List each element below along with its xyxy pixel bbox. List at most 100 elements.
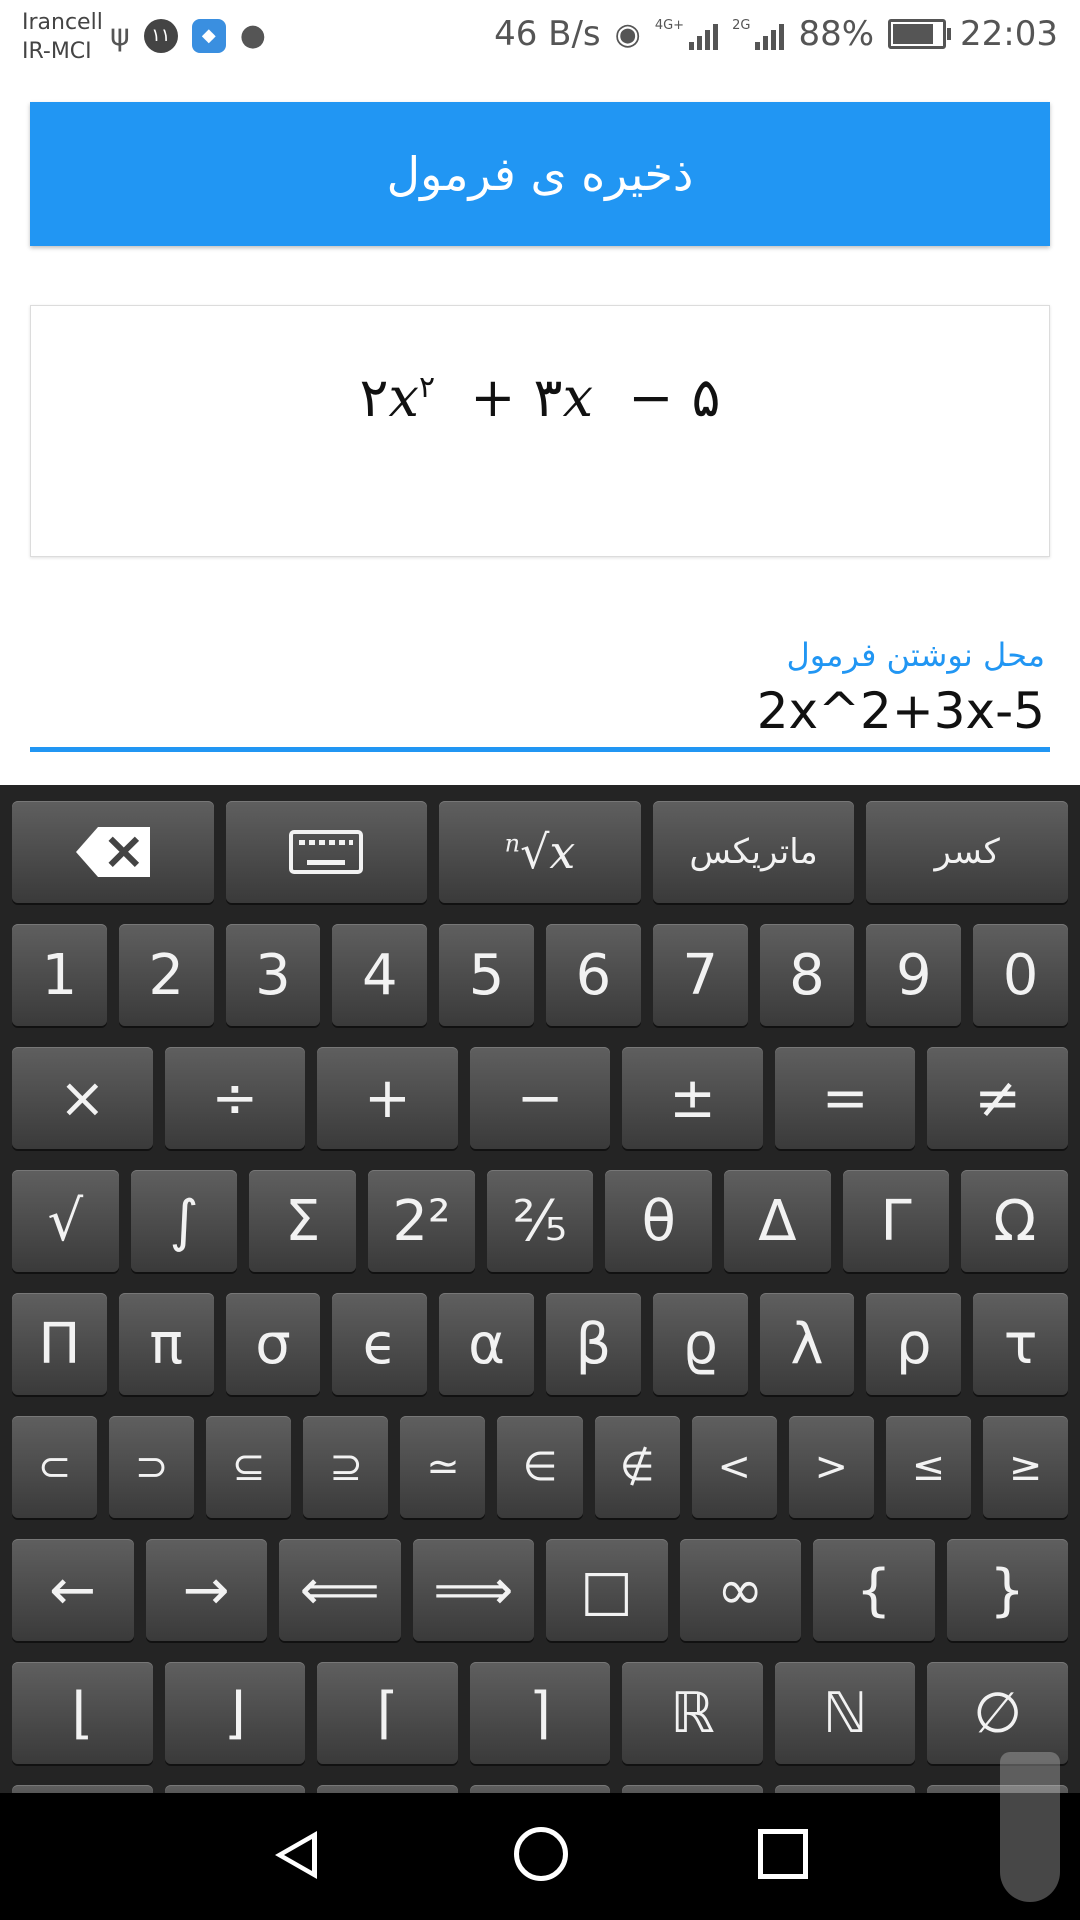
misc-symbol-key[interactable]: ⌊ bbox=[12, 1662, 153, 1764]
keyboard-icon bbox=[289, 830, 364, 874]
carrier-line2: IR-MCI bbox=[22, 39, 92, 64]
misc-symbol-key[interactable]: ∅ bbox=[927, 1662, 1069, 1764]
status-bar: Irancell IR-MCI ψ ۱۱ ◆ ● 46 B/s ◉ 4G+ 2G… bbox=[0, 0, 1080, 78]
greek-letter-key[interactable]: ρ bbox=[866, 1293, 962, 1395]
keyboard-row-symbols: √ ∫ Σ 2² ⅖ θ Δ Γ Ω bbox=[6, 1170, 1074, 1272]
operator-key[interactable]: × bbox=[12, 1047, 153, 1149]
set-relation-key[interactable]: ≥ bbox=[982, 1416, 1069, 1518]
partial-key[interactable] bbox=[469, 1785, 611, 1793]
greek-letter-key[interactable]: π bbox=[118, 1293, 214, 1395]
symbol-key[interactable]: Σ bbox=[249, 1170, 357, 1272]
digit-key[interactable]: 1 bbox=[12, 924, 107, 1026]
save-formula-button[interactable]: ذخیره ی فرمول bbox=[30, 102, 1050, 246]
operator-key[interactable]: − bbox=[469, 1047, 611, 1149]
symbol-key[interactable]: ∫ bbox=[130, 1170, 238, 1272]
formula-input-underline bbox=[30, 747, 1050, 752]
set-relation-key[interactable]: ≃ bbox=[400, 1416, 486, 1518]
greek-letter-key[interactable]: α bbox=[439, 1293, 534, 1395]
keyboard-row-misc: ⌊ ⌋ ⌈ ⌉ ℝ ℕ ∅ bbox=[6, 1662, 1074, 1764]
symbol-key[interactable]: √ bbox=[12, 1170, 119, 1272]
digit-key[interactable]: 2 bbox=[118, 924, 214, 1026]
matrix-key[interactable]: ماتریکس bbox=[652, 801, 855, 903]
keyboard-row-controls: n√x ماتریکس کسر bbox=[6, 801, 1074, 903]
operator-key[interactable]: = bbox=[774, 1047, 916, 1149]
rendered-formula: ۲x۲ +۳x −۵ bbox=[359, 366, 721, 429]
set-relation-key[interactable]: ⊇ bbox=[303, 1416, 389, 1518]
operator-key[interactable]: ≠ bbox=[927, 1047, 1069, 1149]
digit-key[interactable]: 5 bbox=[439, 924, 534, 1026]
keyboard-row-operators: × ÷ + − ± = ≠ bbox=[6, 1047, 1074, 1149]
digit-key[interactable]: 3 bbox=[225, 924, 321, 1026]
recent-apps-icon[interactable] bbox=[758, 1829, 808, 1879]
set-relation-key[interactable]: < bbox=[691, 1416, 777, 1518]
greek-letter-key[interactable]: ϵ bbox=[332, 1293, 428, 1395]
greek-letter-key[interactable]: β bbox=[545, 1293, 641, 1395]
notification-icons: ψ ۱۱ ◆ ● bbox=[110, 18, 266, 53]
keyboard-row-arrows: ← → ⟸ ⟹ □ ∞{} bbox=[6, 1539, 1074, 1641]
set-relation-key[interactable]: ⊂ bbox=[12, 1416, 98, 1518]
digit-key[interactable]: 4 bbox=[332, 924, 428, 1026]
operator-key[interactable]: + bbox=[317, 1047, 458, 1149]
partial-key[interactable] bbox=[164, 1785, 306, 1793]
shield-icon: ◆ bbox=[191, 18, 226, 53]
arrow-key[interactable]: ∞ bbox=[679, 1539, 801, 1641]
partial-key[interactable] bbox=[774, 1785, 916, 1793]
greek-letter-key[interactable]: Π bbox=[12, 1293, 107, 1395]
clock: 22:03 bbox=[960, 14, 1058, 54]
formula-preview: ۲x۲ +۳x −۵ bbox=[30, 305, 1050, 557]
arrow-key[interactable]: ⟸ bbox=[279, 1539, 401, 1641]
formula-input[interactable]: 2x^2+3x-5 bbox=[757, 682, 1045, 740]
arrow-key[interactable]: □ bbox=[546, 1539, 668, 1641]
fraction-key[interactable]: کسر bbox=[866, 801, 1068, 903]
set-relation-key[interactable]: ∉ bbox=[594, 1416, 680, 1518]
arrow-key[interactable]: ← bbox=[12, 1539, 134, 1641]
set-relation-key[interactable]: ⊆ bbox=[206, 1416, 292, 1518]
carrier-line1: Irancell bbox=[22, 10, 103, 35]
home-icon[interactable] bbox=[514, 1827, 568, 1881]
symbol-key[interactable]: 2² bbox=[368, 1170, 475, 1272]
set-relation-key[interactable]: ∈ bbox=[497, 1416, 583, 1518]
digit-key[interactable]: 7 bbox=[652, 924, 748, 1026]
greek-letter-key[interactable]: σ bbox=[225, 1293, 321, 1395]
set-relation-key[interactable]: > bbox=[788, 1416, 874, 1518]
arrow-key[interactable]: → bbox=[145, 1539, 267, 1641]
digit-key[interactable]: 0 bbox=[973, 924, 1068, 1026]
greek-letter-key[interactable]: λ bbox=[759, 1293, 855, 1395]
nth-root-key[interactable]: n√x bbox=[439, 801, 641, 903]
partial-key[interactable] bbox=[622, 1785, 763, 1793]
operator-key[interactable]: ± bbox=[622, 1047, 763, 1149]
keyboard-toggle-key[interactable] bbox=[225, 801, 428, 903]
partial-key[interactable] bbox=[12, 1785, 153, 1793]
set-relation-key[interactable]: ⊃ bbox=[109, 1416, 195, 1518]
digit-key[interactable]: 6 bbox=[545, 924, 641, 1026]
arrow-key[interactable]: } bbox=[946, 1539, 1068, 1641]
chat-bubble-icon: ● bbox=[239, 18, 266, 53]
math-keyboard: n√x ماتریکس کسر 1234567890 ×÷+−±=≠ √∫Σ2²… bbox=[0, 785, 1080, 1793]
carrier-name: Irancell IR-MCI bbox=[22, 8, 103, 66]
symbol-key[interactable]: θ bbox=[605, 1170, 713, 1272]
operator-key[interactable]: ÷ bbox=[164, 1047, 306, 1149]
digit-key[interactable]: 8 bbox=[759, 924, 855, 1026]
backspace-key[interactable] bbox=[12, 801, 214, 903]
symbol-key[interactable]: Ω bbox=[961, 1170, 1069, 1272]
battery-percent: 88% bbox=[798, 14, 875, 54]
keyboard-row-greek: Ππσϵαβϱλρτ bbox=[6, 1293, 1074, 1395]
misc-symbol-key[interactable]: ⌋ bbox=[164, 1662, 306, 1764]
symbol-key[interactable]: Γ bbox=[842, 1170, 950, 1272]
misc-symbol-key[interactable]: ℕ bbox=[774, 1662, 916, 1764]
status-right: 46 B/s ◉ 4G+ 2G 88% 22:03 bbox=[494, 14, 1058, 54]
digit-key[interactable]: 9 bbox=[866, 924, 962, 1026]
arrow-key[interactable]: ⟹ bbox=[412, 1539, 534, 1641]
greek-letter-key[interactable]: τ bbox=[973, 1293, 1068, 1395]
misc-symbol-key[interactable]: ℝ bbox=[622, 1662, 763, 1764]
symbol-key[interactable]: Δ bbox=[724, 1170, 831, 1272]
symbol-key[interactable]: ⅖ bbox=[486, 1170, 594, 1272]
set-relation-key[interactable]: ≤ bbox=[885, 1416, 971, 1518]
partial-key[interactable] bbox=[317, 1785, 458, 1793]
misc-symbol-key[interactable]: ⌉ bbox=[469, 1662, 611, 1764]
eye-icon: ◉ bbox=[614, 16, 641, 52]
misc-symbol-key[interactable]: ⌈ bbox=[317, 1662, 458, 1764]
arrow-key[interactable]: { bbox=[813, 1539, 935, 1641]
keyboard-row-partial bbox=[6, 1785, 1074, 1793]
greek-letter-key[interactable]: ϱ bbox=[652, 1293, 748, 1395]
